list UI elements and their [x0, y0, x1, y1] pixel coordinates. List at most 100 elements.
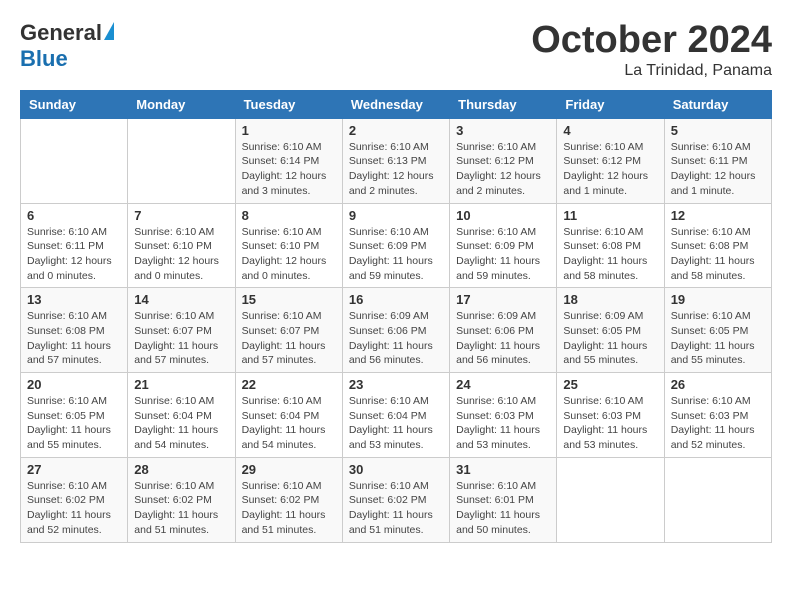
day-number: 15: [242, 292, 336, 307]
day-number: 17: [456, 292, 550, 307]
day-number: 19: [671, 292, 765, 307]
weekday-header: Friday: [557, 90, 664, 118]
day-info: Sunrise: 6:10 AM Sunset: 6:08 PM Dayligh…: [27, 309, 121, 368]
day-info: Sunrise: 6:09 AM Sunset: 6:06 PM Dayligh…: [456, 309, 550, 368]
weekday-header: Sunday: [21, 90, 128, 118]
day-number: 27: [27, 462, 121, 477]
calendar-cell: 11 Sunrise: 6:10 AM Sunset: 6:08 PM Dayli…: [557, 203, 664, 288]
day-number: 10: [456, 208, 550, 223]
day-info: Sunrise: 6:10 AM Sunset: 6:02 PM Dayligh…: [134, 479, 228, 538]
day-info: Sunrise: 6:10 AM Sunset: 6:07 PM Dayligh…: [134, 309, 228, 368]
day-info: Sunrise: 6:10 AM Sunset: 6:12 PM Dayligh…: [456, 140, 550, 199]
calendar-cell: 29 Sunrise: 6:10 AM Sunset: 6:02 PM Dayli…: [235, 457, 342, 542]
calendar-cell: [128, 118, 235, 203]
calendar-cell: 26 Sunrise: 6:10 AM Sunset: 6:03 PM Dayli…: [664, 373, 771, 458]
day-number: 2: [349, 123, 443, 138]
day-info: Sunrise: 6:10 AM Sunset: 6:05 PM Dayligh…: [671, 309, 765, 368]
calendar-cell: 19 Sunrise: 6:10 AM Sunset: 6:05 PM Dayli…: [664, 288, 771, 373]
calendar-cell: 12Sunrise: 6:10 AM Sunset: 6:08 PM Dayli…: [664, 203, 771, 288]
day-number: 20: [27, 377, 121, 392]
day-number: 3: [456, 123, 550, 138]
day-info: Sunrise: 6:10 AM Sunset: 6:02 PM Dayligh…: [27, 479, 121, 538]
calendar-cell: 4Sunrise: 6:10 AM Sunset: 6:12 PM Daylig…: [557, 118, 664, 203]
day-number: 24: [456, 377, 550, 392]
day-number: 29: [242, 462, 336, 477]
day-info: Sunrise: 6:10 AM Sunset: 6:11 PM Dayligh…: [671, 140, 765, 199]
calendar-cell: 31Sunrise: 6:10 AM Sunset: 6:01 PM Dayli…: [450, 457, 557, 542]
month-title: October 2024: [531, 20, 772, 62]
calendar-cell: [21, 118, 128, 203]
day-info: Sunrise: 6:10 AM Sunset: 6:09 PM Dayligh…: [456, 225, 550, 284]
day-number: 18: [563, 292, 657, 307]
calendar-cell: 14 Sunrise: 6:10 AM Sunset: 6:07 PM Dayli…: [128, 288, 235, 373]
calendar-cell: 16Sunrise: 6:09 AM Sunset: 6:06 PM Dayli…: [342, 288, 449, 373]
day-info: Sunrise: 6:09 AM Sunset: 6:05 PM Dayligh…: [563, 309, 657, 368]
calendar-cell: 17 Sunrise: 6:09 AM Sunset: 6:06 PM Dayli…: [450, 288, 557, 373]
calendar-cell: 24 Sunrise: 6:10 AM Sunset: 6:03 PM Dayli…: [450, 373, 557, 458]
day-info: Sunrise: 6:10 AM Sunset: 6:08 PM Dayligh…: [563, 225, 657, 284]
day-info: Sunrise: 6:10 AM Sunset: 6:01 PM Dayligh…: [456, 479, 550, 538]
logo-icon: [104, 22, 114, 40]
day-number: 11: [563, 208, 657, 223]
day-number: 9: [349, 208, 443, 223]
calendar-cell: 13Sunrise: 6:10 AM Sunset: 6:08 PM Dayli…: [21, 288, 128, 373]
day-number: 14: [134, 292, 228, 307]
day-info: Sunrise: 6:10 AM Sunset: 6:12 PM Dayligh…: [563, 140, 657, 199]
day-info: Sunrise: 6:10 AM Sunset: 6:14 PM Dayligh…: [242, 140, 336, 199]
calendar-cell: [557, 457, 664, 542]
logo-blue: Blue: [20, 46, 68, 72]
calendar-cell: 21 Sunrise: 6:10 AM Sunset: 6:04 PM Dayli…: [128, 373, 235, 458]
calendar-cell: 20 Sunrise: 6:10 AM Sunset: 6:05 PM Dayli…: [21, 373, 128, 458]
day-info: Sunrise: 6:10 AM Sunset: 6:05 PM Dayligh…: [27, 394, 121, 453]
day-info: Sunrise: 6:10 AM Sunset: 6:09 PM Dayligh…: [349, 225, 443, 284]
day-info: Sunrise: 6:10 AM Sunset: 6:07 PM Dayligh…: [242, 309, 336, 368]
day-info: Sunrise: 6:10 AM Sunset: 6:02 PM Dayligh…: [349, 479, 443, 538]
day-info: Sunrise: 6:10 AM Sunset: 6:08 PM Dayligh…: [671, 225, 765, 284]
day-info: Sunrise: 6:10 AM Sunset: 6:04 PM Dayligh…: [349, 394, 443, 453]
day-number: 8: [242, 208, 336, 223]
day-info: Sunrise: 6:10 AM Sunset: 6:13 PM Dayligh…: [349, 140, 443, 199]
day-info: Sunrise: 6:10 AM Sunset: 6:03 PM Dayligh…: [456, 394, 550, 453]
day-number: 1: [242, 123, 336, 138]
logo: General Blue: [20, 20, 114, 72]
calendar-cell: 28 Sunrise: 6:10 AM Sunset: 6:02 PM Dayli…: [128, 457, 235, 542]
day-number: 22: [242, 377, 336, 392]
calendar-cell: 27 Sunrise: 6:10 AM Sunset: 6:02 PM Dayli…: [21, 457, 128, 542]
day-info: Sunrise: 6:10 AM Sunset: 6:10 PM Dayligh…: [242, 225, 336, 284]
day-number: 26: [671, 377, 765, 392]
day-number: 28: [134, 462, 228, 477]
calendar-cell: 30 Sunrise: 6:10 AM Sunset: 6:02 PM Dayli…: [342, 457, 449, 542]
calendar-cell: [664, 457, 771, 542]
calendar-cell: 9 Sunrise: 6:10 AM Sunset: 6:09 PM Daylig…: [342, 203, 449, 288]
day-info: Sunrise: 6:10 AM Sunset: 6:04 PM Dayligh…: [242, 394, 336, 453]
day-info: Sunrise: 6:10 AM Sunset: 6:02 PM Dayligh…: [242, 479, 336, 538]
day-number: 7: [134, 208, 228, 223]
logo-general: General: [20, 20, 102, 46]
day-info: Sunrise: 6:10 AM Sunset: 6:03 PM Dayligh…: [563, 394, 657, 453]
day-number: 6: [27, 208, 121, 223]
calendar-cell: 10 Sunrise: 6:10 AM Sunset: 6:09 PM Dayli…: [450, 203, 557, 288]
day-number: 30: [349, 462, 443, 477]
calendar-cell: 5 Sunrise: 6:10 AM Sunset: 6:11 PM Daylig…: [664, 118, 771, 203]
calendar-cell: 7Sunrise: 6:10 AM Sunset: 6:10 PM Daylig…: [128, 203, 235, 288]
calendar-cell: 2 Sunrise: 6:10 AM Sunset: 6:13 PM Daylig…: [342, 118, 449, 203]
calendar-cell: 3 Sunrise: 6:10 AM Sunset: 6:12 PM Daylig…: [450, 118, 557, 203]
day-number: 25: [563, 377, 657, 392]
day-number: 23: [349, 377, 443, 392]
calendar-cell: 25 Sunrise: 6:10 AM Sunset: 6:03 PM Dayli…: [557, 373, 664, 458]
calendar-cell: 18 Sunrise: 6:09 AM Sunset: 6:05 PM Dayli…: [557, 288, 664, 373]
calendar-cell: 8 Sunrise: 6:10 AM Sunset: 6:10 PM Daylig…: [235, 203, 342, 288]
calendar-cell: 6 Sunrise: 6:10 AM Sunset: 6:11 PM Daylig…: [21, 203, 128, 288]
day-info: Sunrise: 6:09 AM Sunset: 6:06 PM Dayligh…: [349, 309, 443, 368]
weekday-header: Wednesday: [342, 90, 449, 118]
day-number: 5: [671, 123, 765, 138]
weekday-header: Tuesday: [235, 90, 342, 118]
calendar-cell: 1 Sunrise: 6:10 AM Sunset: 6:14 PM Daylig…: [235, 118, 342, 203]
calendar-cell: 15 Sunrise: 6:10 AM Sunset: 6:07 PM Dayli…: [235, 288, 342, 373]
day-number: 21: [134, 377, 228, 392]
location: La Trinidad, Panama: [531, 62, 772, 80]
title-block: October 2024 La Trinidad, Panama: [531, 20, 772, 80]
day-info: Sunrise: 6:10 AM Sunset: 6:03 PM Dayligh…: [671, 394, 765, 453]
day-info: Sunrise: 6:10 AM Sunset: 6:04 PM Dayligh…: [134, 394, 228, 453]
day-info: Sunrise: 6:10 AM Sunset: 6:11 PM Dayligh…: [27, 225, 121, 284]
